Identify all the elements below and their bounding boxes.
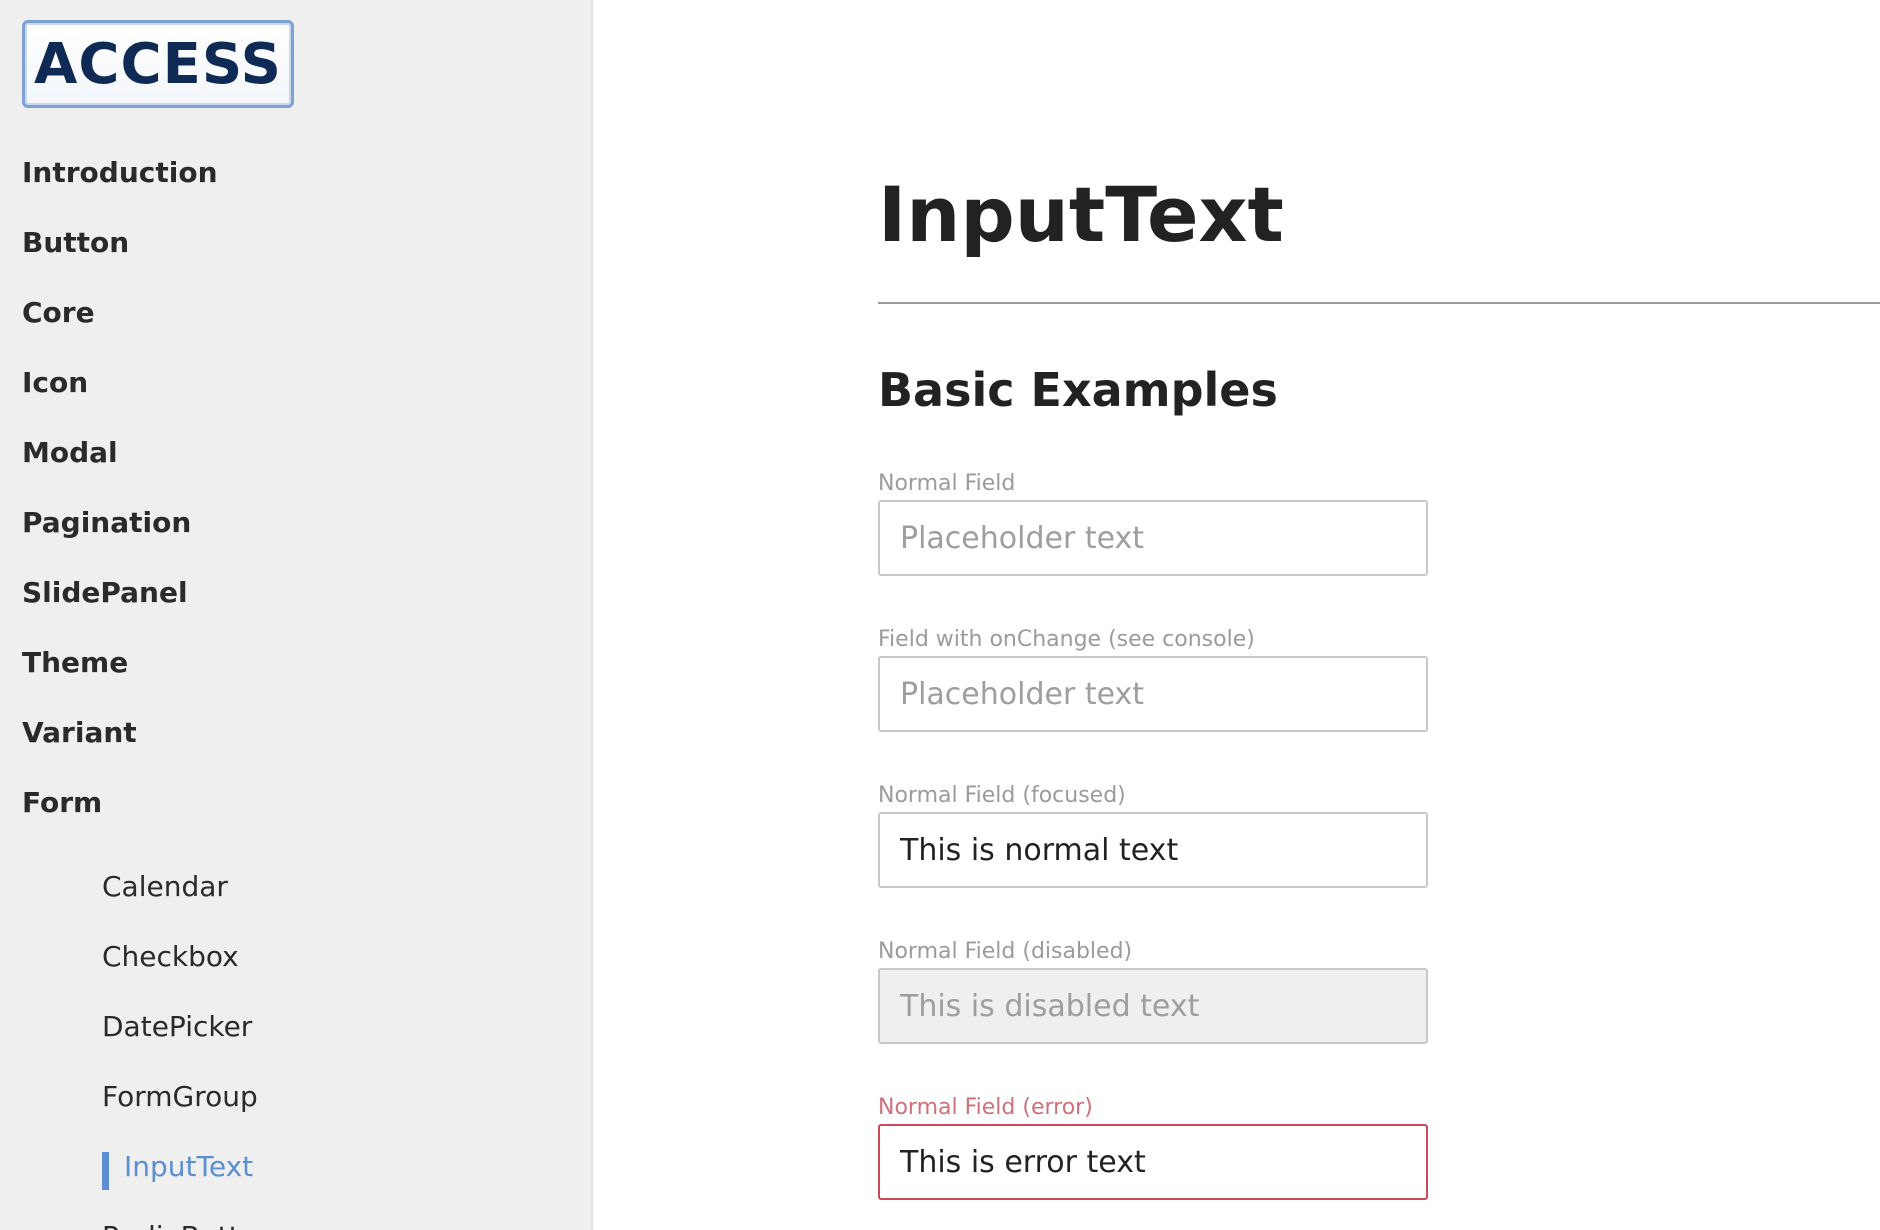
sidebar-subitem-datepicker[interactable]: DatePicker <box>102 1010 252 1043</box>
normal-field-label: Normal Field <box>878 471 1016 496</box>
error-field-input[interactable] <box>878 1124 1428 1200</box>
focused-field-label: Normal Field (focused) <box>878 783 1126 808</box>
sidebar-item-icon[interactable]: Icon <box>22 366 88 399</box>
active-indicator <box>102 1152 109 1190</box>
disabled-field-label: Normal Field (disabled) <box>878 939 1133 964</box>
sidebar-subitem-formgroup[interactable]: FormGroup <box>102 1080 258 1113</box>
disabled-field-input <box>878 968 1428 1044</box>
sidebar-subitem-calendar[interactable]: Calendar <box>102 870 228 903</box>
sidebar-subitem-inputtext[interactable]: InputText <box>102 1150 254 1190</box>
title-divider <box>878 302 1880 304</box>
logo-text: ACCESS <box>34 31 282 97</box>
section-heading: Basic Examples <box>878 363 1278 417</box>
page-title: InputText <box>878 170 1284 259</box>
access-logo[interactable]: ACCESS <box>22 20 294 108</box>
focused-field-input[interactable] <box>878 812 1428 888</box>
normal-field-input[interactable] <box>878 500 1428 576</box>
sidebar-item-form[interactable]: Form <box>22 786 102 819</box>
sidebar-item-pagination[interactable]: Pagination <box>22 506 191 539</box>
sidebar-subitem-checkbox[interactable]: Checkbox <box>102 940 239 973</box>
sidebar: ACCESS Introduction Button Core Icon Mod… <box>0 0 593 1230</box>
onchange-field-label: Field with onChange (see console) <box>878 627 1255 652</box>
sidebar-subitem-radiobutton[interactable]: RadioButton <box>102 1220 274 1230</box>
sidebar-item-core[interactable]: Core <box>22 296 95 329</box>
sidebar-item-variant[interactable]: Variant <box>22 716 137 749</box>
error-field-label: Normal Field (error) <box>878 1095 1093 1120</box>
sidebar-item-button[interactable]: Button <box>22 226 129 259</box>
sidebar-item-modal[interactable]: Modal <box>22 436 118 469</box>
main-content: InputText Basic Examples Normal Field Fi… <box>593 0 1880 1230</box>
sidebar-item-theme[interactable]: Theme <box>22 646 128 679</box>
sidebar-item-slidepanel[interactable]: SlidePanel <box>22 576 188 609</box>
sidebar-subitem-label: InputText <box>124 1150 254 1183</box>
onchange-field-input[interactable] <box>878 656 1428 732</box>
sidebar-item-introduction[interactable]: Introduction <box>22 156 218 189</box>
